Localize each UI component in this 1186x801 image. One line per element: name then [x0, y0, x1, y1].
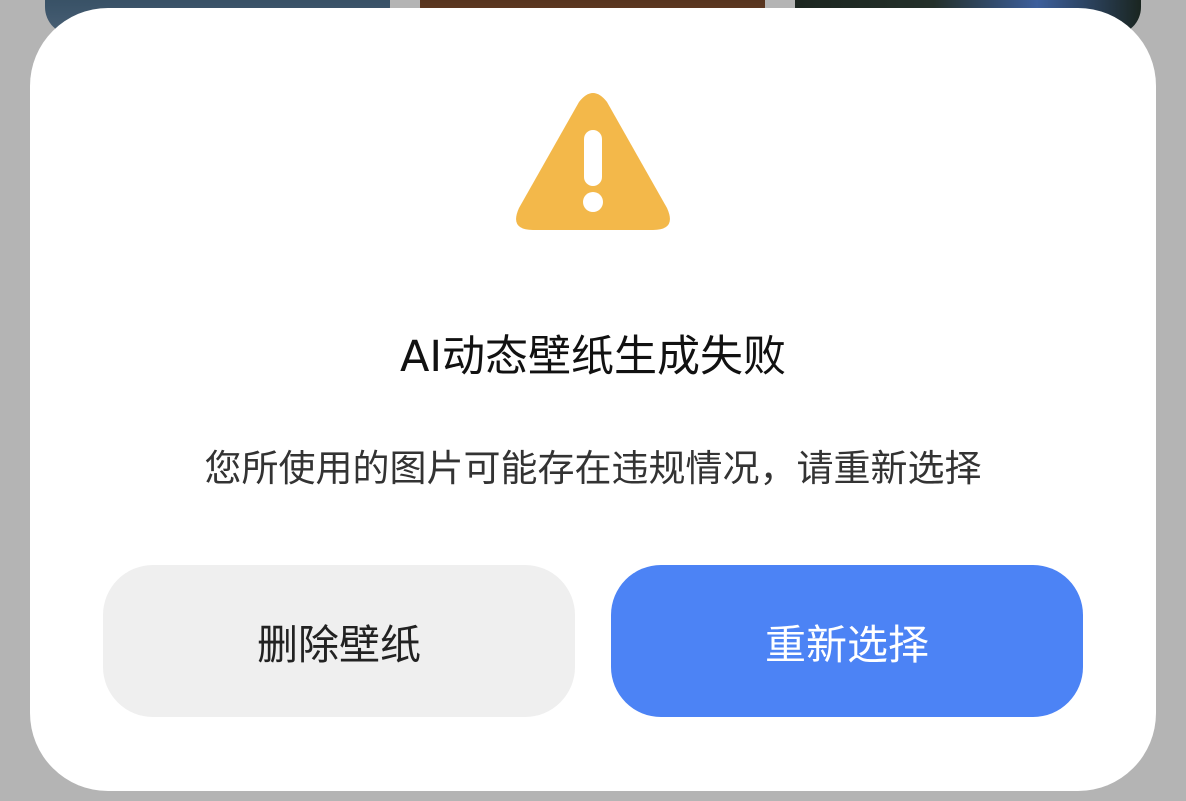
warning-icon	[516, 93, 670, 230]
dialog-title: AI动态壁纸生成失败	[399, 332, 787, 382]
dialog-message: 您所使用的图片可能存在违规情况，请重新选择	[204, 447, 982, 490]
delete-wallpaper-button[interactable]: 删除壁纸	[103, 565, 575, 717]
error-dialog: AI动态壁纸生成失败 您所使用的图片可能存在违规情况，请重新选择 删除壁纸 重新…	[30, 8, 1156, 791]
reselect-button[interactable]: 重新选择	[611, 565, 1083, 717]
